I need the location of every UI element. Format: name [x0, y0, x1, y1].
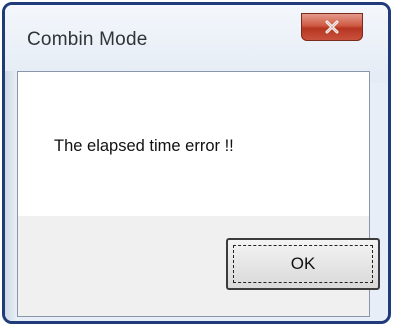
- error-message: The elapsed time error !!: [54, 137, 234, 155]
- dialog-content: The elapsed time error !! OK: [17, 71, 380, 317]
- window-title: Combin Mode: [27, 29, 148, 50]
- dialog-window: Combin Mode The elapsed time error !! OK: [2, 2, 391, 324]
- close-icon: [324, 20, 340, 34]
- ok-button[interactable]: OK: [226, 238, 380, 290]
- button-bar: OK: [18, 216, 380, 316]
- ok-button-label: OK: [290, 254, 316, 273]
- close-button[interactable]: [301, 13, 363, 41]
- frame-side: [5, 71, 17, 321]
